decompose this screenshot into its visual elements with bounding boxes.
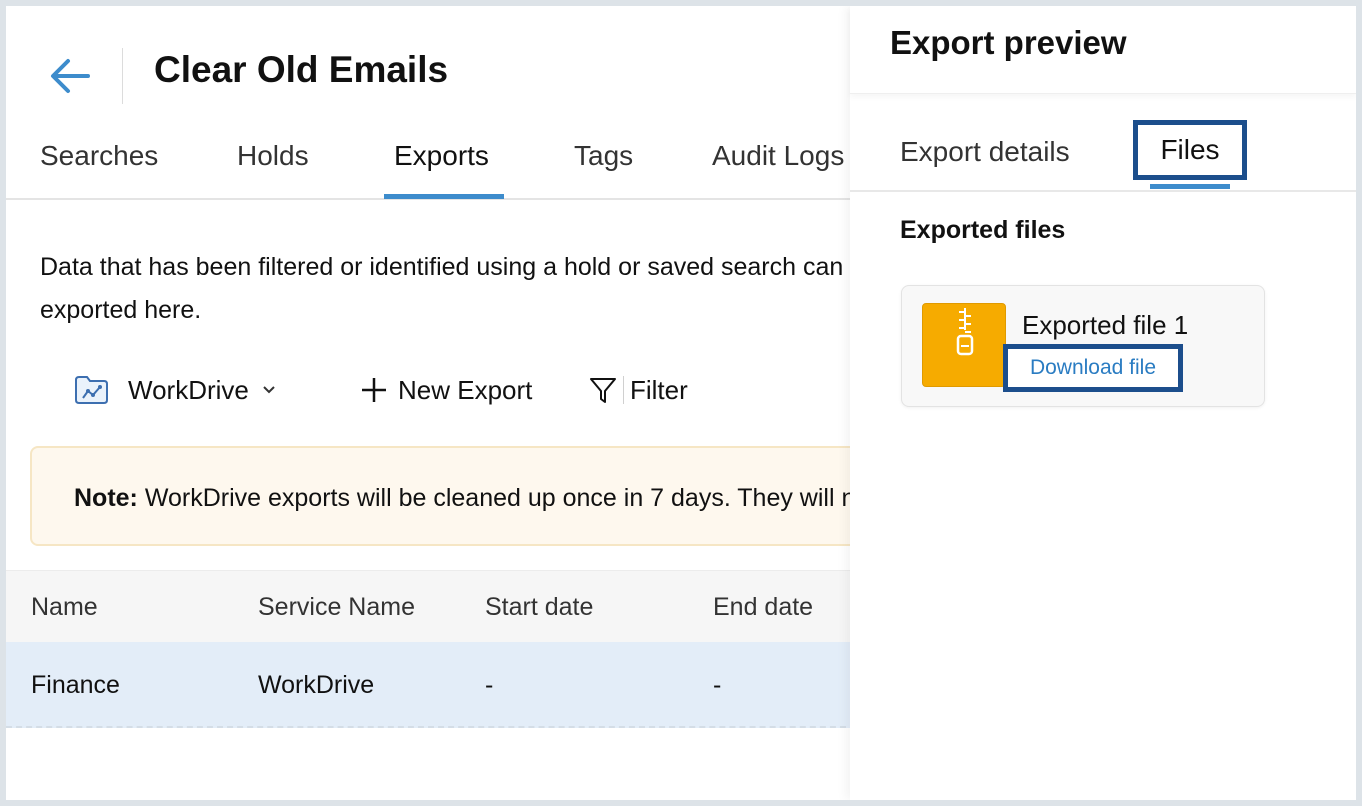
main-content: Clear Old Emails Searches Holds Exports …: [6, 6, 856, 800]
table-row[interactable]: Finance WorkDrive - -: [6, 642, 856, 728]
note-label: Note:: [74, 484, 138, 512]
tab-bar: Searches Holds Exports Tags Audit Logs: [6, 134, 856, 200]
filter-button[interactable]: Filter: [588, 366, 688, 414]
tab-holds[interactable]: Holds: [237, 134, 309, 200]
tab-audit-logs[interactable]: Audit Logs: [712, 134, 844, 200]
new-export-button[interactable]: New Export: [360, 366, 532, 414]
filter-label: Filter: [630, 374, 688, 405]
tab-files-label: Files: [1160, 134, 1220, 165]
file-card: Exported file 1 Download file: [901, 285, 1265, 407]
column-header-end-date[interactable]: End date: [713, 571, 813, 643]
app-window: Clear Old Emails Searches Holds Exports …: [6, 6, 1356, 800]
cell-service-name: WorkDrive: [258, 671, 375, 699]
chevron-down-icon: [263, 386, 275, 394]
note-text: WorkDrive exports will be cleaned up onc…: [144, 484, 856, 512]
service-selector[interactable]: WorkDrive: [74, 366, 277, 414]
tab-export-details[interactable]: Export details: [900, 136, 1070, 168]
new-export-label: New Export: [398, 374, 533, 405]
download-file-link[interactable]: Download file: [1003, 344, 1183, 392]
title-divider: [122, 48, 123, 104]
plus-icon: [362, 378, 386, 402]
column-header-service-name[interactable]: Service Name: [258, 571, 415, 643]
service-selector-label: WorkDrive: [128, 374, 249, 405]
workdrive-folder-icon: [75, 376, 108, 404]
panel-header: Export preview: [850, 6, 1356, 94]
column-header-name[interactable]: Name: [31, 571, 98, 643]
cleanup-note: Note: WorkDrive exports will be cleaned …: [30, 446, 856, 546]
back-arrow-icon: [51, 59, 90, 93]
cell-start-date: -: [485, 671, 494, 699]
filter-icon: [590, 378, 616, 403]
panel-tab-bar: Export details Files: [850, 116, 1356, 192]
page-title: Clear Old Emails: [154, 49, 449, 90]
export-preview-panel: Export preview Export details Files Expo…: [850, 6, 1356, 800]
cell-end-date: -: [713, 671, 722, 699]
tab-files[interactable]: Files: [1133, 120, 1247, 180]
cell-name: Finance: [31, 671, 120, 699]
exported-files-heading: Exported files: [900, 216, 1066, 244]
file-name: Exported file 1: [1022, 310, 1189, 340]
page-description: Data that has been filtered or identifie…: [40, 253, 856, 324]
back-button[interactable]: [46, 52, 94, 100]
tab-exports[interactable]: Exports: [394, 134, 489, 200]
column-header-start-date[interactable]: Start date: [485, 571, 593, 643]
exports-table: Name Service Name Start date End date Fi…: [6, 570, 856, 728]
tab-searches[interactable]: Searches: [40, 134, 158, 200]
panel-title: Export preview: [890, 24, 1127, 61]
panel-active-tab-indicator: [1150, 184, 1230, 189]
zip-file-icon: [922, 303, 1006, 387]
toolbar: WorkDrive New Export Filter: [74, 366, 856, 414]
tab-tags[interactable]: Tags: [574, 134, 633, 200]
active-tab-indicator: [384, 194, 504, 199]
table-header: Name Service Name Start date End date: [6, 570, 856, 642]
